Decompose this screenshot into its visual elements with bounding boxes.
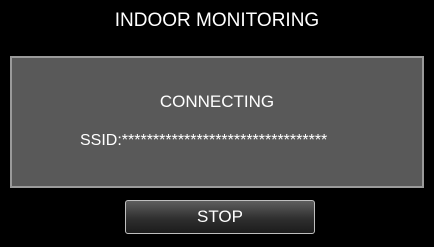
monitoring-screen: INDOOR MONITORING CONNECTING SSID:******… bbox=[0, 0, 434, 247]
connection-status-panel: CONNECTING SSID:************************… bbox=[10, 56, 424, 188]
screen-title: INDOOR MONITORING bbox=[114, 10, 320, 31]
stop-button[interactable]: STOP bbox=[125, 200, 315, 234]
connection-status-text: CONNECTING bbox=[159, 92, 275, 111]
ssid-text: SSID:********************************* bbox=[80, 132, 328, 149]
